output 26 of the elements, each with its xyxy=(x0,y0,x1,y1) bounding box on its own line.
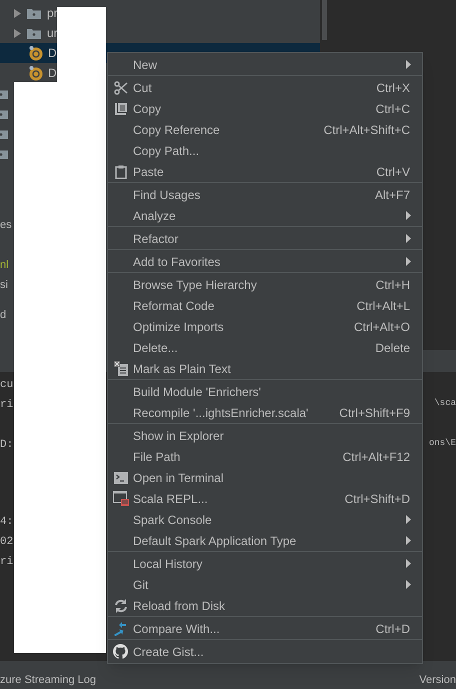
console-text: ri xyxy=(0,398,14,413)
shortcut-text: Ctrl+Alt+Shift+C xyxy=(324,122,410,138)
shortcut-text: Ctrl+H xyxy=(376,276,410,294)
shortcut-text: Ctrl+Alt+F12 xyxy=(342,448,410,466)
tree-item-text: si xyxy=(0,278,8,293)
shortcut-text: Delete xyxy=(375,340,410,356)
shortcut-text: Ctrl+Alt+O xyxy=(354,318,410,336)
shortcut-text: Alt+F7 xyxy=(374,186,410,204)
console-text: ri xyxy=(0,555,14,570)
console-text: cu xyxy=(0,378,14,393)
console-text: 4: xyxy=(0,515,14,530)
console-text: ons\E xyxy=(428,437,456,450)
tree-item-text: d xyxy=(0,308,6,323)
shortcut-text: Ctrl+X xyxy=(376,80,410,96)
console-text: D: xyxy=(0,438,14,453)
tree-item-text: nl xyxy=(0,258,9,273)
shortcut-text: Ctrl+Alt+L xyxy=(356,298,410,314)
status-text: Version xyxy=(419,672,456,688)
shortcut-text: Ctrl+Shift+D xyxy=(344,490,410,508)
tree-item-text: es xyxy=(0,218,12,233)
shortcut-text: Ctrl+Shift+F9 xyxy=(339,404,410,422)
console-text: \sca xyxy=(434,397,456,410)
console-text: 02 xyxy=(0,535,14,550)
shortcut-text: Ctrl+C xyxy=(376,100,410,118)
shortcut-text: Ctrl+D xyxy=(376,620,410,638)
shortcut-text: Ctrl+V xyxy=(376,164,410,180)
